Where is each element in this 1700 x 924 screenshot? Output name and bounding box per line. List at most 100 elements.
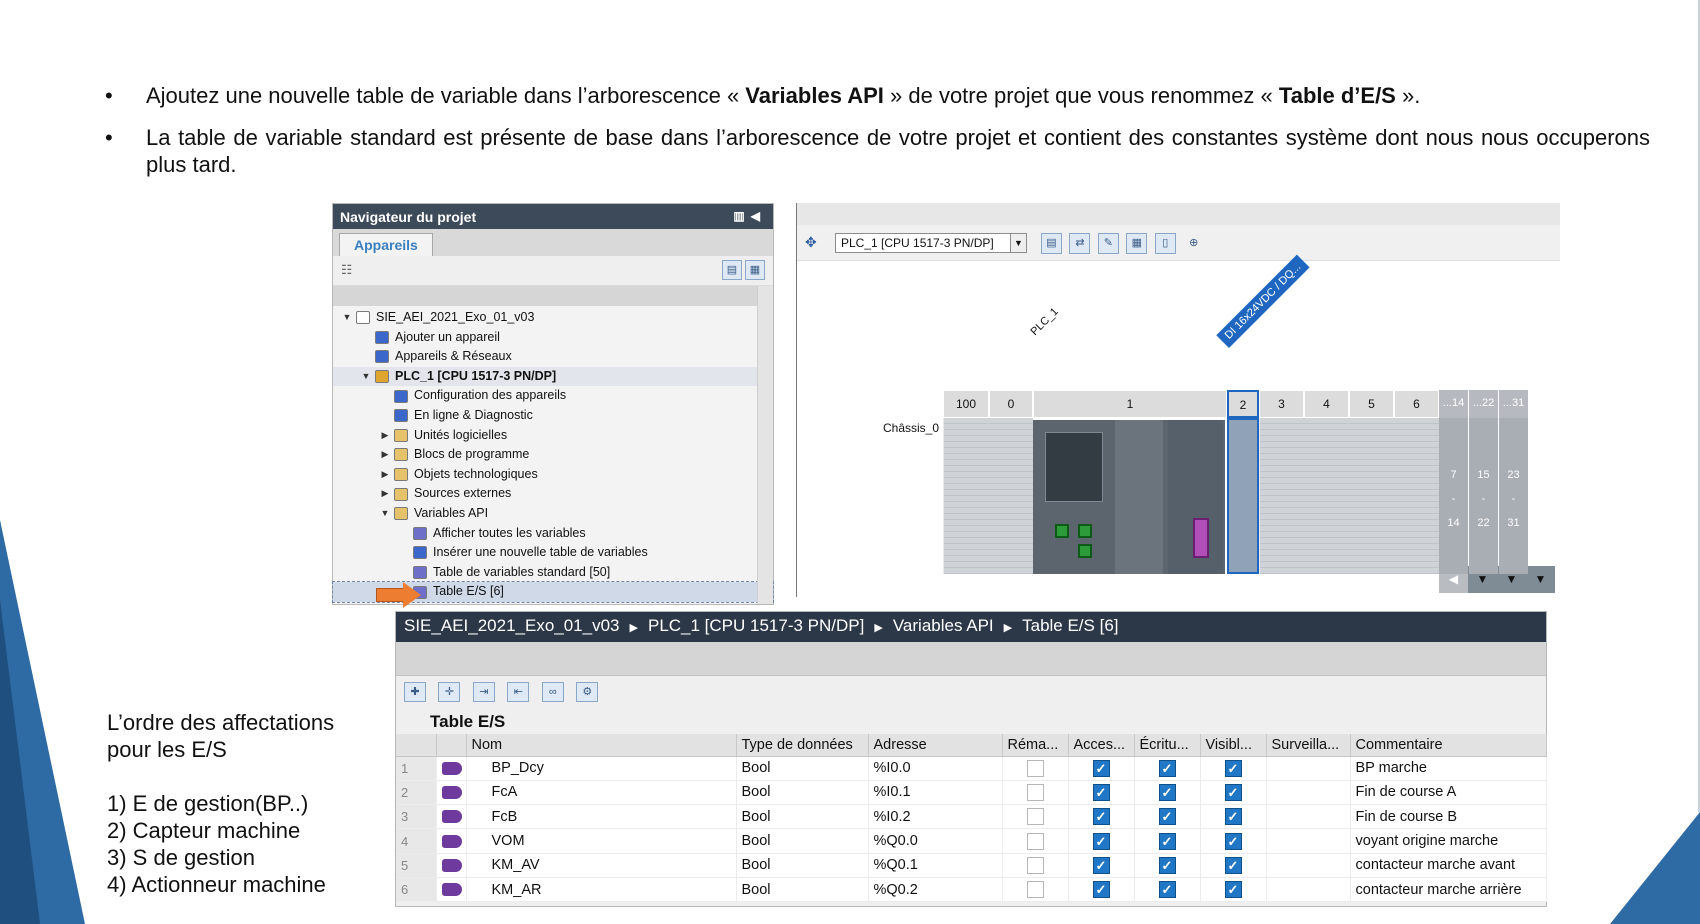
cell-commentaire[interactable]: Fin de course A [1350,780,1547,806]
tree-item[interactable]: Appareils & Réseaux [333,347,773,367]
cell-commentaire[interactable]: contacteur marche avant [1350,853,1547,878]
slot-group-22[interactable]: ...22 [1469,390,1498,418]
checkbox-checked[interactable]: ✓ [1092,783,1110,801]
checkbox-checked[interactable]: ✓ [1092,759,1110,777]
cell-type[interactable]: Bool [736,756,869,781]
checkbox-checked[interactable]: ✓ [1224,759,1242,777]
checkbox-checked[interactable]: ✓ [1158,832,1176,850]
tree-item[interactable]: ▼ Variables API [333,504,773,524]
checkbox-checked[interactable]: ✓ [1092,808,1110,826]
col-commentaire[interactable]: Commentaire [1350,734,1547,757]
cell-adresse[interactable]: %Q0.2 [868,877,1003,903]
cell-commentaire[interactable]: BP marche [1350,756,1547,781]
cell-adresse[interactable]: %I0.1 [868,780,1003,806]
cell-surveillance[interactable] [1266,780,1351,806]
table-row[interactable]: 3 FcB Bool %I0.2 ✓ ✓ ✓ Fin de course B [396,804,1547,830]
cell-nom[interactable]: BP_Dcy [466,756,737,781]
checkbox-checked[interactable]: ✓ [1092,832,1110,850]
tree-item[interactable]: ▼ SIE_AEI_2021_Exo_01_v03 [333,308,773,328]
checkbox-checked[interactable]: ✓ [1224,783,1242,801]
col-type[interactable]: Type de données [736,734,869,757]
checkbox-unchecked[interactable] [1026,881,1044,899]
checkbox-checked[interactable]: ✓ [1092,856,1110,874]
navigator-scrollbar[interactable] [757,286,773,604]
cell-adresse[interactable]: %I0.0 [868,756,1003,781]
checkbox-checked[interactable]: ✓ [1092,881,1110,899]
table-add-icon[interactable]: ▦ [745,260,765,280]
add-row-icon[interactable]: ✚ [404,682,426,702]
slot-4[interactable]: 4 [1304,390,1349,418]
cell-adresse[interactable]: %I0.2 [868,804,1003,830]
zoom-icon[interactable]: ⊕ [1183,234,1204,255]
device-select[interactable]: PLC_1 [CPU 1517-3 PN/DP] ▼ [835,233,1027,253]
cell-type[interactable]: Bool [736,877,869,903]
cell-nom[interactable]: KM_AV [466,853,737,878]
slot-group-31[interactable]: ...31 [1499,390,1528,418]
device-properties-icon[interactable]: ✥ [805,234,817,251]
cell-commentaire[interactable]: voyant origine marche [1350,828,1547,854]
chevron-down-icon[interactable]: ▼ [1010,234,1026,252]
split-view-icon[interactable]: ▯ [1154,233,1176,254]
pin-icon[interactable]: ▥ [733,209,750,223]
di-module-label[interactable]: DI 16x24VDC / DQ... [1216,254,1310,348]
checkbox-unchecked[interactable] [1026,783,1044,801]
expanded-arrow-icon[interactable]: ▼ [360,367,372,387]
export-icon[interactable]: ⇥ [472,682,495,702]
checkbox-checked[interactable]: ✓ [1158,881,1176,899]
table-row[interactable]: 5 KM_AV Bool %Q0.1 ✓ ✓ ✓ contacteur marche avan… [396,853,1547,878]
cell-adresse[interactable]: %Q0.0 [868,828,1003,854]
di-module[interactable] [1227,418,1259,574]
tree-item[interactable]: En ligne & Diagnostic [333,406,773,426]
monitor-icon[interactable]: ∞ [541,682,564,702]
collapsed-arrow-icon[interactable]: ▶ [379,426,391,446]
expanded-arrow-icon[interactable]: ▼ [341,308,353,328]
cell-surveillance[interactable] [1266,756,1351,781]
col-accessible[interactable]: Acces... [1068,734,1135,757]
slot-100[interactable]: 100 [943,390,989,418]
exchange-icon[interactable]: ⇄ [1069,233,1091,254]
expanded-arrow-icon[interactable]: ▼ [379,504,391,524]
table-row[interactable]: 2 FcA Bool %I0.1 ✓ ✓ ✓ Fin de course A [396,780,1547,806]
expand-slots-31-icon[interactable]: ▼ [1526,566,1555,593]
cell-adresse[interactable]: %Q0.1 [868,853,1003,878]
tree-item[interactable]: ▶ Blocs de programme [333,445,773,465]
checkbox-checked[interactable]: ✓ [1158,808,1176,826]
cell-type[interactable]: Bool [736,828,869,854]
slot-5[interactable]: 5 [1349,390,1394,418]
cell-surveillance[interactable] [1266,828,1351,854]
tree-item[interactable]: Table de variables standard [50] [333,563,773,583]
checkbox-checked[interactable]: ✓ [1224,881,1242,899]
collapsed-arrow-icon[interactable]: ▶ [379,484,391,504]
tree-item[interactable]: ▶ Unités logicielles [333,426,773,446]
checkbox-checked[interactable]: ✓ [1158,856,1176,874]
col-adresse[interactable]: Adresse [868,734,1003,757]
col-nom[interactable]: Nom [466,734,737,757]
slot-6[interactable]: 6 [1394,390,1439,418]
checkbox-unchecked[interactable] [1026,759,1044,777]
collapsed-arrow-icon[interactable]: ▶ [379,445,391,465]
cell-nom[interactable]: FcB [466,804,737,830]
cell-commentaire[interactable]: Fin de course B [1350,804,1547,830]
tree-item[interactable]: Afficher toutes les variables [333,524,773,544]
cell-surveillance[interactable] [1266,804,1351,830]
cell-commentaire[interactable]: contacteur marche arrière [1350,877,1547,903]
slot-2[interactable]: 2 [1227,390,1259,418]
checkbox-unchecked[interactable] [1026,832,1044,850]
collapsed-arrow-icon[interactable]: ▶ [379,465,391,485]
checkbox-checked[interactable]: ✓ [1158,783,1176,801]
checkbox-unchecked[interactable] [1026,856,1044,874]
table-row[interactable]: 1 BP_Dcy Bool %I0.0 ✓ ✓ ✓ BP marche [396,756,1547,781]
rack-icon[interactable]: ▤ [1041,233,1062,254]
tree-item[interactable]: ▶ Objets technologiques [333,465,773,485]
tree-item[interactable]: Ajouter un appareil [333,328,773,348]
table-row[interactable]: 6 KM_AR Bool %Q0.2 ✓ ✓ ✓ contacteur marche arri… [396,877,1547,903]
grid-icon[interactable]: ▦ [1126,233,1148,254]
checkbox-checked[interactable]: ✓ [1158,759,1176,777]
cpu-module[interactable] [1033,420,1225,574]
checkbox-checked[interactable]: ✓ [1224,832,1242,850]
collapse-icon[interactable]: ◀ [751,209,766,223]
cell-type[interactable]: Bool [736,804,869,830]
tree-item[interactable]: ▼ PLC_1 [CPU 1517-3 PN/DP] [333,366,773,387]
slot-1[interactable]: 1 [1033,390,1227,418]
cell-type[interactable]: Bool [736,780,869,806]
